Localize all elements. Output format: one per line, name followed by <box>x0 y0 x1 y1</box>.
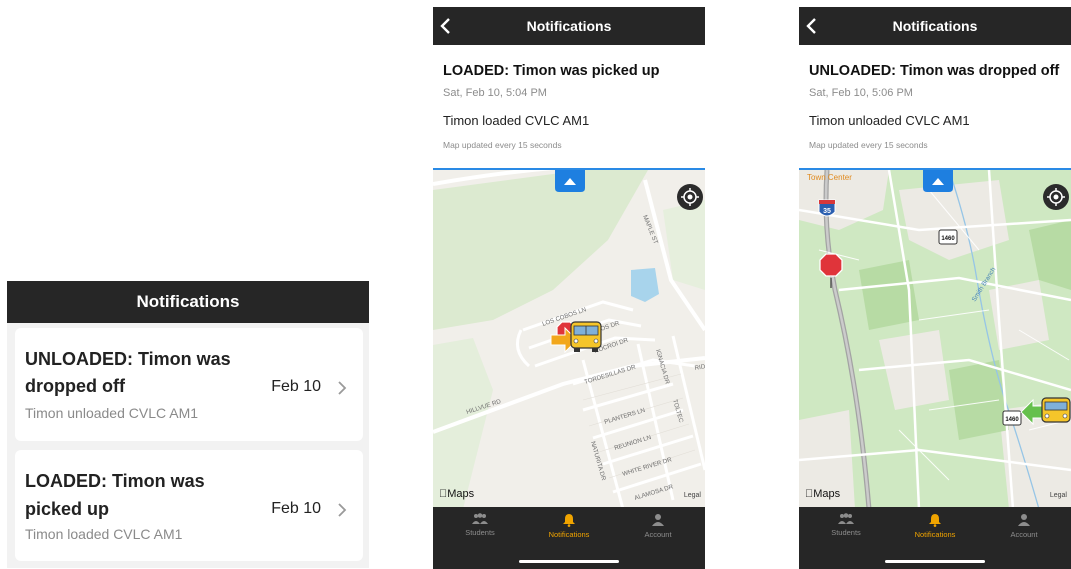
notification-title: LOADED: Timon was picked up <box>443 63 660 79</box>
list-item-unloaded[interactable]: UNLOADED: Timon was dropped off Timon un… <box>15 328 363 441</box>
tab-students[interactable]: Students <box>801 513 891 537</box>
route-shield-icon: 1460 <box>1002 410 1022 426</box>
collapse-up-icon[interactable] <box>555 170 585 192</box>
back-icon[interactable] <box>439 17 451 35</box>
list-header-title: Notifications <box>7 281 369 323</box>
maps-brand: Maps <box>439 488 474 500</box>
school-bus-icon[interactable] <box>1041 397 1071 423</box>
tab-bar: Students Notifications Account <box>433 507 705 569</box>
notification-title: UNLOADED: Timon was dropped off <box>809 63 1060 79</box>
loaded-detail-screen: Notifications LOADED: Timon was picked u… <box>433 7 705 569</box>
route-shield-icon: 1460 <box>938 229 958 245</box>
tab-notifications[interactable]: Notifications <box>524 513 614 539</box>
notification-list-screen: Notifications UNLOADED: Timon was droppe… <box>7 281 369 568</box>
list-item-title: LOADED: Timon was <box>25 471 205 491</box>
map-view[interactable]: Town Center Smith Branch 35 1460 1460 Ma… <box>799 168 1071 507</box>
detail-header-title: Notifications <box>433 7 705 45</box>
list-item-title-2: picked up <box>25 499 110 519</box>
bell-icon <box>563 514 575 527</box>
tab-account[interactable]: Account <box>613 513 703 539</box>
tab-account[interactable]: Account <box>979 513 1069 539</box>
list-item-title-2: dropped off <box>25 376 125 396</box>
notification-datetime: Sat, Feb 10, 5:04 PM <box>443 87 547 99</box>
list-item-subtitle: Timon loaded CVLC AM1 <box>25 526 183 542</box>
place-label: Town Center <box>807 173 852 182</box>
street-label: RIDG <box>694 362 705 372</box>
bell-icon <box>929 514 941 527</box>
students-icon <box>472 513 488 524</box>
home-indicator <box>885 560 985 563</box>
location-target-icon[interactable] <box>677 184 703 210</box>
unloaded-detail-screen: Notifications UNLOADED: Timon was droppe… <box>799 7 1071 569</box>
map-view[interactable]: MAPLE ST LOS COBOS LN LOS DR ROCROI DR T… <box>433 168 705 507</box>
chevron-right-icon <box>338 381 347 395</box>
collapse-up-icon[interactable] <box>923 170 953 192</box>
svg-text:35: 35 <box>823 208 831 215</box>
map-legal-link[interactable]: Legal <box>1050 492 1067 499</box>
svg-text:1460: 1460 <box>941 236 955 242</box>
account-icon <box>1018 514 1030 526</box>
chevron-right-icon <box>338 503 347 517</box>
map-update-note: Map updated every 15 seconds <box>809 140 928 150</box>
list-item-title: UNLOADED: Timon was <box>25 349 231 369</box>
notification-message: Timon loaded CVLC AM1 <box>443 113 590 128</box>
notification-message: Timon unloaded CVLC AM1 <box>809 113 970 128</box>
highway-shield-icon: 35 <box>818 199 836 217</box>
tab-students[interactable]: Students <box>435 513 525 537</box>
list-item-loaded[interactable]: LOADED: Timon was picked up Timon loaded… <box>15 450 363 561</box>
list-item-subtitle: Timon unloaded CVLC AM1 <box>25 405 199 421</box>
map-legal-link[interactable]: Legal <box>684 492 701 499</box>
notification-datetime: Sat, Feb 10, 5:06 PM <box>809 87 913 99</box>
svg-text:1460: 1460 <box>1005 417 1019 423</box>
detail-header-title: Notifications <box>799 7 1071 45</box>
location-target-icon[interactable] <box>1043 184 1069 210</box>
tab-notifications[interactable]: Notifications <box>890 513 980 539</box>
home-indicator <box>519 560 619 563</box>
tab-bar: Students Notifications Account <box>799 507 1071 569</box>
back-icon[interactable] <box>805 17 817 35</box>
students-icon <box>838 513 854 524</box>
account-icon <box>652 514 664 526</box>
maps-brand: Maps <box>805 488 840 500</box>
list-item-date: Feb 10 <box>271 378 321 395</box>
list-item-date: Feb 10 <box>271 500 321 517</box>
map-update-note: Map updated every 15 seconds <box>443 140 562 150</box>
school-bus-icon[interactable] <box>570 321 602 352</box>
